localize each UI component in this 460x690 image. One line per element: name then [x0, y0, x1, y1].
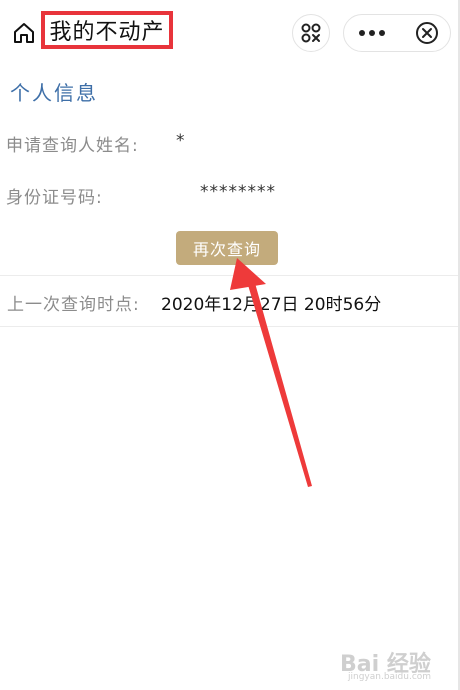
home-icon[interactable]	[12, 21, 36, 45]
scan-button[interactable]	[292, 14, 330, 52]
page-title: 我的不动产	[49, 20, 165, 45]
applicant-name-value: *	[176, 131, 185, 151]
page: 我的不动产 个人信息 申请查询人姓名: * 身份证号码: ******** 再次…	[0, 0, 460, 690]
id-number-label: 身份证号码:	[6, 188, 103, 208]
title-highlight-box: 我的不动产	[41, 11, 173, 49]
last-query-label: 上一次查询时点:	[7, 295, 140, 315]
title-bar: 我的不动产	[0, 0, 460, 64]
query-again-button[interactable]: 再次查询	[176, 231, 278, 265]
applicant-name-label: 申请查询人姓名:	[6, 136, 139, 156]
more-button[interactable]	[344, 15, 400, 51]
watermark-url: jingyan.baidu.com	[348, 672, 432, 682]
scan-icon	[301, 23, 321, 43]
section-title-personal-info: 个人信息	[10, 81, 98, 105]
close-button[interactable]	[404, 15, 450, 51]
baidu-jingyan-watermark: Bai 经验 jingyan.baidu.com	[340, 642, 452, 686]
close-circle-icon	[416, 22, 438, 44]
more-icon	[359, 30, 385, 36]
id-number-value: ********	[200, 182, 276, 202]
last-query-value: 2020年12月27日 20时56分	[161, 295, 382, 315]
last-query-row: 上一次查询时点: 2020年12月27日 20时56分	[0, 275, 458, 327]
mini-program-capsule	[343, 14, 451, 52]
